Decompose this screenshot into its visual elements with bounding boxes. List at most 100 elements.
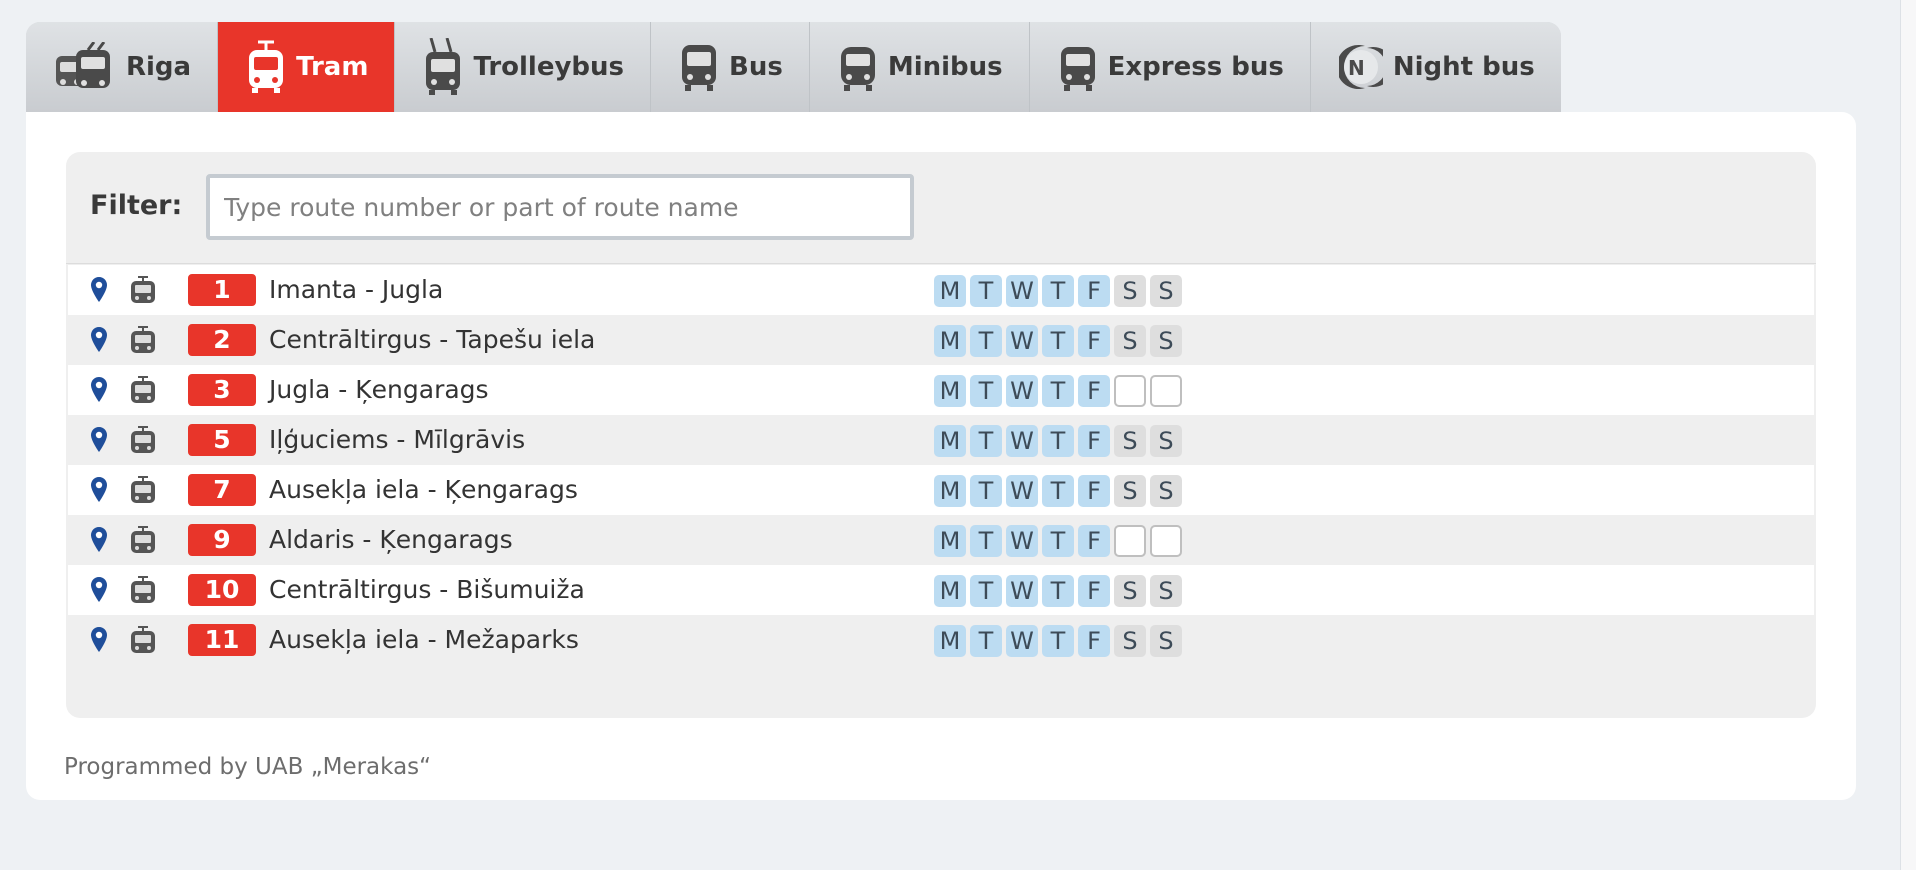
day-wednesday: W xyxy=(1006,525,1038,557)
map-pin-icon[interactable] xyxy=(90,527,108,553)
minibus-icon xyxy=(840,47,875,91)
tab-night-bus[interactable]: N Night bus xyxy=(1310,22,1561,112)
day-monday: M xyxy=(934,525,966,557)
route-name-link[interactable]: Ausekļa iela - Mežaparks xyxy=(269,625,579,654)
day-friday: F xyxy=(1078,425,1110,457)
day-tuesday: T xyxy=(970,525,1002,557)
route-name-link[interactable]: Iļģuciems - Mīlgrāvis xyxy=(269,425,525,454)
map-pin-icon[interactable] xyxy=(90,327,108,353)
operating-days: M T W T F S S xyxy=(934,575,1182,607)
operating-days: M T W T F S S xyxy=(934,325,1182,357)
route-row[interactable]: 3 Jugla - Ķengarags M T W T F xyxy=(68,365,1814,415)
day-saturday: S xyxy=(1114,625,1146,657)
day-friday: F xyxy=(1078,625,1110,657)
route-row[interactable]: 7 Ausekļa iela - Ķengarags M T W T F S S xyxy=(68,465,1814,515)
day-saturday: S xyxy=(1114,475,1146,507)
tab-minibus[interactable]: Minibus xyxy=(809,22,1030,112)
day-monday: M xyxy=(934,625,966,657)
operating-days: M T W T F xyxy=(934,525,1182,557)
day-thursday: T xyxy=(1042,425,1074,457)
tram-icon xyxy=(131,576,155,603)
tab-label: Riga xyxy=(126,52,192,82)
day-wednesday: W xyxy=(1006,475,1038,507)
route-name-link[interactable]: Ausekļa iela - Ķengarags xyxy=(269,475,578,504)
day-thursday: T xyxy=(1042,275,1074,307)
day-saturday: S xyxy=(1114,275,1146,307)
main-panel: Filter: 1 Imanta - Jugla M T W T F S S xyxy=(26,112,1856,800)
transport-tabs: Riga Tram Trolleybus Bus Minibus Express… xyxy=(26,22,1561,112)
day-sunday xyxy=(1150,375,1182,407)
express-bus-icon xyxy=(1060,47,1095,91)
map-pin-icon[interactable] xyxy=(90,377,108,403)
route-number-badge: 2 xyxy=(188,324,256,356)
route-list-box: Filter: 1 Imanta - Jugla M T W T F S S xyxy=(66,152,1816,718)
tab-label: Trolleybus xyxy=(473,52,625,82)
day-sunday: S xyxy=(1150,425,1182,457)
tram-icon xyxy=(131,476,155,503)
tab-label: Bus xyxy=(729,52,783,82)
day-friday: F xyxy=(1078,375,1110,407)
map-pin-icon[interactable] xyxy=(90,427,108,453)
map-pin-icon[interactable] xyxy=(90,577,108,603)
day-tuesday: T xyxy=(970,475,1002,507)
day-friday: F xyxy=(1078,325,1110,357)
tab-bus[interactable]: Bus xyxy=(651,22,810,112)
route-name-link[interactable]: Jugla - Ķengarags xyxy=(269,375,489,404)
route-list: 1 Imanta - Jugla M T W T F S S 2 Centrāl… xyxy=(68,265,1814,665)
route-number-badge: 11 xyxy=(188,624,256,656)
day-thursday: T xyxy=(1042,375,1074,407)
day-thursday: T xyxy=(1042,625,1074,657)
day-saturday: S xyxy=(1114,325,1146,357)
route-name-link[interactable]: Centrāltirgus - Tapešu iela xyxy=(269,325,595,354)
map-pin-icon[interactable] xyxy=(90,627,108,653)
tab-tram[interactable]: Tram xyxy=(218,22,396,112)
day-sunday: S xyxy=(1150,475,1182,507)
map-pin-icon[interactable] xyxy=(90,277,108,303)
day-saturday xyxy=(1114,525,1146,557)
route-number-badge: 3 xyxy=(188,374,256,406)
day-thursday: T xyxy=(1042,525,1074,557)
route-row[interactable]: 5 Iļģuciems - Mīlgrāvis M T W T F S S xyxy=(68,415,1814,465)
tab-riga[interactable]: Riga xyxy=(26,22,219,112)
tram-icon xyxy=(131,376,155,403)
route-name-link[interactable]: Imanta - Jugla xyxy=(269,275,443,304)
day-friday: F xyxy=(1078,275,1110,307)
day-tuesday: T xyxy=(970,375,1002,407)
day-monday: M xyxy=(934,475,966,507)
day-monday: M xyxy=(934,425,966,457)
route-row[interactable]: 1 Imanta - Jugla M T W T F S S xyxy=(68,265,1814,315)
day-wednesday: W xyxy=(1006,275,1038,307)
day-wednesday: W xyxy=(1006,625,1038,657)
day-wednesday: W xyxy=(1006,425,1038,457)
day-friday: F xyxy=(1078,575,1110,607)
route-name-link[interactable]: Centrāltirgus - Bišumuiža xyxy=(269,575,585,604)
trolleybus-icon xyxy=(426,38,461,95)
day-thursday: T xyxy=(1042,325,1074,357)
route-number-badge: 1 xyxy=(188,274,256,306)
scrollbar-track[interactable] xyxy=(1900,0,1916,870)
route-row[interactable]: 11 Ausekļa iela - Mežaparks M T W T F S … xyxy=(68,615,1814,665)
day-monday: M xyxy=(934,325,966,357)
tab-trolleybus[interactable]: Trolleybus xyxy=(395,22,652,112)
operating-days: M T W T F xyxy=(934,375,1182,407)
day-friday: F xyxy=(1078,475,1110,507)
tab-express-bus[interactable]: Express bus xyxy=(1029,22,1311,112)
route-row[interactable]: 9 Aldaris - Ķengarags M T W T F xyxy=(68,515,1814,565)
route-number-badge: 7 xyxy=(188,474,256,506)
svg-text:N: N xyxy=(1348,56,1365,80)
day-monday: M xyxy=(934,375,966,407)
tram-icon xyxy=(131,526,155,553)
map-pin-icon[interactable] xyxy=(90,477,108,503)
route-row[interactable]: 2 Centrāltirgus - Tapešu iela M T W T F … xyxy=(68,315,1814,365)
tab-label: Tram xyxy=(296,52,369,82)
day-tuesday: T xyxy=(970,625,1002,657)
tab-label: Night bus xyxy=(1392,52,1535,82)
route-name-link[interactable]: Aldaris - Ķengarags xyxy=(269,525,513,554)
day-thursday: T xyxy=(1042,575,1074,607)
route-row[interactable]: 10 Centrāltirgus - Bišumuiža M T W T F S… xyxy=(68,565,1814,615)
filter-input[interactable] xyxy=(206,174,914,240)
tram-icon xyxy=(131,276,155,303)
day-saturday: S xyxy=(1114,575,1146,607)
route-number-badge: 9 xyxy=(188,524,256,556)
day-sunday: S xyxy=(1150,625,1182,657)
